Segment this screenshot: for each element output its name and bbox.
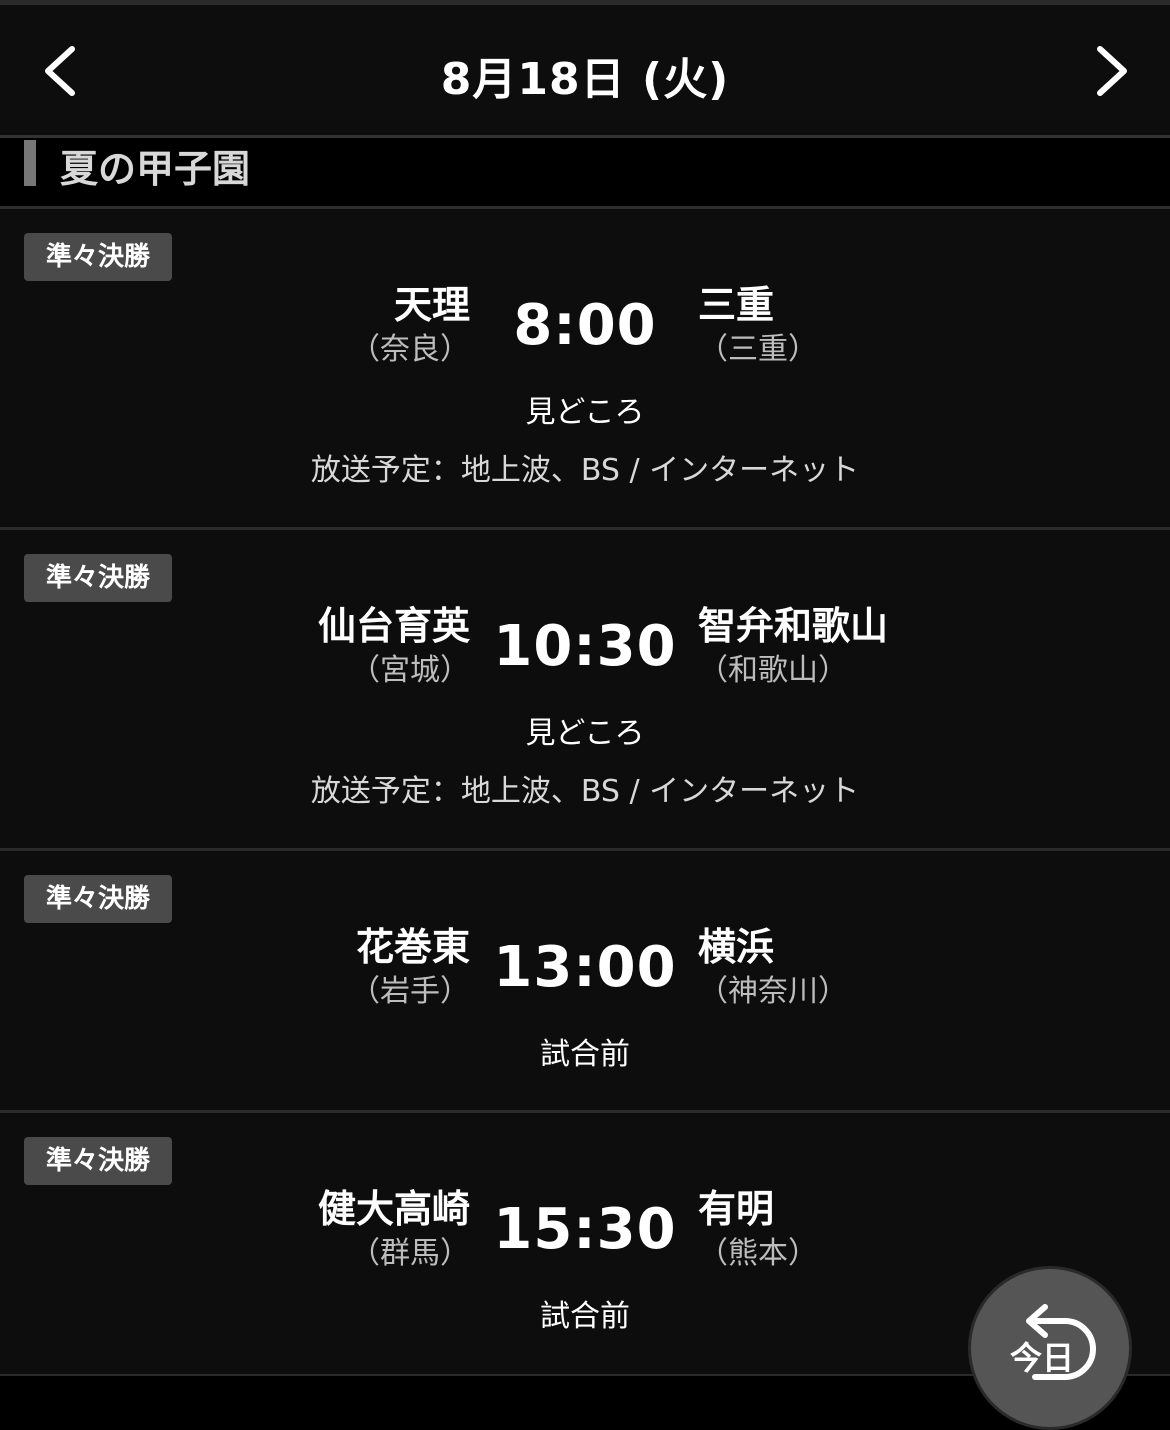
home-team: 健大高崎 （群馬） — [318, 1185, 470, 1275]
away-team: 智弁和歌山 （和歌山） — [698, 602, 888, 692]
highlight-link[interactable]: 見どころ — [0, 708, 1170, 752]
away-team: 横浜 （神奈川） — [698, 923, 848, 1013]
today-button[interactable]: 今日 — [968, 1266, 1132, 1430]
away-team-name: 有明 — [698, 1187, 775, 1231]
away-team-prefecture: （三重） — [698, 332, 818, 367]
home-team: 仙台育英 （宮城） — [318, 602, 470, 692]
away-team-name: 智弁和歌山 — [698, 604, 889, 648]
broadcast-info: 放送予定：地上波、BS / インターネット — [310, 774, 860, 809]
round-badge: 準々決勝 — [24, 233, 172, 281]
current-date: 8月18日 (火) — [440, 54, 730, 105]
away-team: 有明 （熊本） — [698, 1185, 818, 1275]
away-team: 三重 （三重） — [698, 281, 818, 371]
home-team-prefecture: （群馬） — [350, 1236, 470, 1271]
home-team: 天理 （奈良） — [350, 281, 470, 371]
match-card[interactable]: 準々決勝 花巻東 （岩手） 13:00 横浜 （神奈川） 試合前 — [0, 851, 1170, 1113]
match-card[interactable]: 準々決勝 仙台育英 （宮城） 10:30 智弁和歌山 （和歌山） 見どころ 放送… — [0, 530, 1170, 851]
today-button-label: 今日 — [1009, 1339, 1074, 1377]
home-team: 花巻東 （岩手） — [350, 923, 470, 1013]
home-team-name: 天理 — [393, 283, 470, 327]
match-status: 試合前 — [540, 1037, 630, 1072]
highlight-link[interactable]: 見どころ — [0, 387, 1170, 431]
match-time: 8:00 — [513, 293, 657, 358]
away-team-prefecture: （和歌山） — [698, 653, 848, 688]
round-badge: 準々決勝 — [24, 875, 172, 923]
match-time: 10:30 — [493, 614, 677, 679]
home-team-name: 健大高崎 — [317, 1187, 470, 1231]
home-team-name: 仙台育英 — [317, 604, 470, 648]
away-team-prefecture: （熊本） — [698, 1236, 818, 1271]
match-card[interactable]: 準々決勝 天理 （奈良） 8:00 三重 （三重） 見どころ 放送予定：地上波、… — [0, 209, 1170, 530]
broadcast-info: 放送予定：地上波、BS / インターネット — [310, 453, 860, 488]
chevron-right-icon — [1097, 46, 1127, 96]
match-time: 15:30 — [493, 1197, 677, 1262]
match-time: 13:00 — [493, 935, 677, 1000]
section-accent-bar — [24, 140, 36, 186]
section-title: 夏の甲子園 — [60, 147, 251, 191]
away-team-prefecture: （神奈川） — [698, 974, 848, 1009]
away-team-name: 横浜 — [698, 925, 775, 969]
away-team-name: 三重 — [698, 283, 775, 327]
home-team-prefecture: （岩手） — [350, 974, 470, 1009]
home-team-prefecture: （奈良） — [350, 332, 470, 367]
date-header: 8月18日 (火) — [0, 5, 1170, 138]
round-badge: 準々決勝 — [24, 1137, 172, 1185]
next-day-button[interactable] — [1080, 41, 1140, 101]
section-header: 夏の甲子園 — [0, 138, 1170, 209]
round-badge: 準々決勝 — [24, 554, 172, 602]
home-team-name: 花巻東 — [355, 925, 470, 969]
home-team-prefecture: （宮城） — [350, 653, 470, 688]
